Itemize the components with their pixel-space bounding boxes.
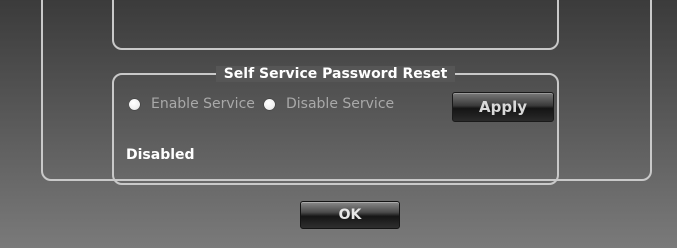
disable-service-radio[interactable]: Disable Service	[264, 96, 394, 112]
self-service-password-reset-group: Self Service Password Reset Enable Servi…	[112, 66, 559, 185]
apply-button[interactable]: Apply	[452, 92, 554, 122]
upper-group-box	[112, 0, 559, 50]
disable-service-label: Disable Service	[286, 96, 395, 112]
radio-button-icon[interactable]	[264, 98, 275, 110]
enable-service-label: Enable Service	[151, 96, 255, 112]
radio-button-icon[interactable]	[129, 98, 140, 110]
service-status: Disabled	[126, 147, 195, 163]
ok-button[interactable]: OK	[300, 201, 400, 229]
enable-service-radio[interactable]: Enable Service	[129, 96, 265, 112]
